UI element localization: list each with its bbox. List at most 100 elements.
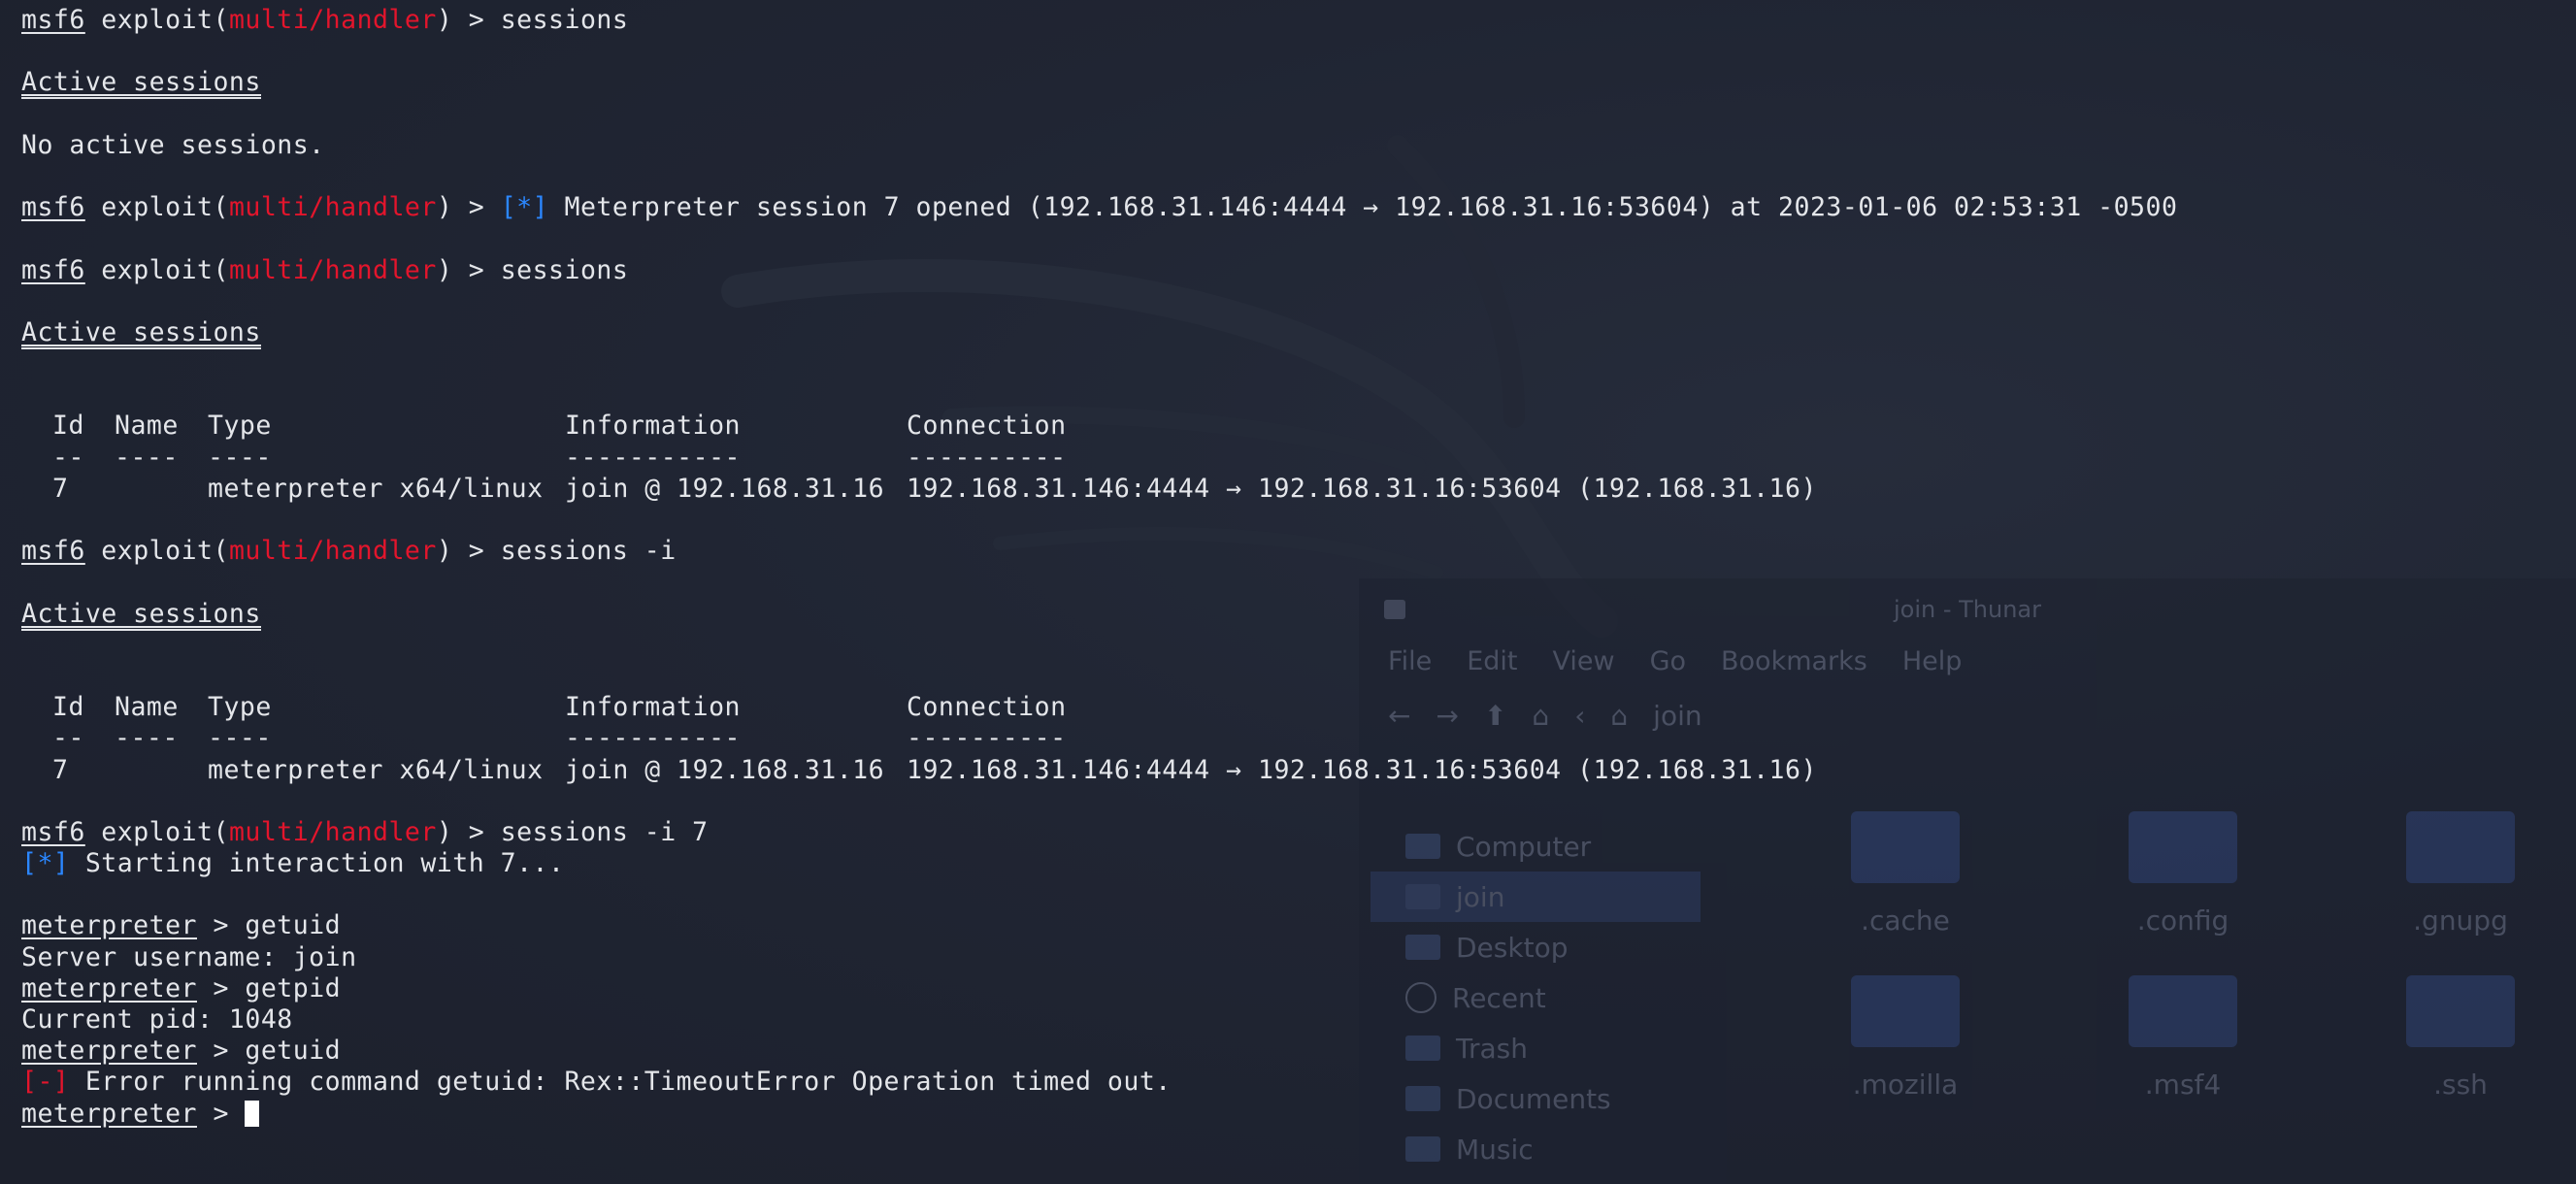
column-name: Name [115,411,179,442]
msf-prompt: msf6 [21,536,85,567]
cell-information: join @ 192.168.31.16 [565,473,885,504]
module-name: multi/handler [228,192,437,223]
server-username-text: Server username: join [21,941,357,972]
active-sessions-heading: Active sessions [21,316,261,349]
active-sessions-heading: Active sessions [21,67,261,100]
rule-type: ---- [208,723,272,754]
sidebar-item-label: Music [1456,1133,1534,1166]
cell-name [115,755,208,786]
module-name: multi/handler [228,254,437,285]
sessions-table-header: Id Name Type Information Connection [21,692,2177,723]
music-folder-icon [1405,1136,1440,1162]
output-line: Current pid: 1048 [21,1004,2177,1036]
folder-item[interactable]: .gnupg [2322,811,2576,937]
column-connection: Connection [907,411,1067,442]
command-line: msf6 exploit(multi/handler) > [*] Meterp… [21,192,2177,223]
command-text: sessions -i [500,536,677,567]
prompt-tail: ) > [436,816,501,847]
column-name: Name [115,692,179,723]
table-row: 7 meterpreter x64/linux join @ 192.168.3… [21,474,2177,505]
meterpreter-prompt: meterpreter [21,1098,197,1129]
command-line: msf6 exploit(multi/handler) > sessions [21,255,2177,286]
active-sessions-heading: Active sessions [21,598,261,631]
meterpreter-prompt: meterpreter [21,910,197,941]
rule-name: ---- [115,723,179,754]
prompt-exploit: exploit( [101,816,229,847]
command-text: getpid [245,972,342,1003]
output-line: Server username: join [21,942,2177,973]
command-line: msf6 exploit(multi/handler) > sessions [21,5,2177,36]
heading-line: Active sessions [21,598,2177,631]
rule-name: ---- [115,442,179,473]
terminal-output[interactable]: msf6 exploit(multi/handler) > sessions A… [21,5,2177,1130]
column-type: Type [208,411,272,442]
command-line: msf6 exploit(multi/handler) > sessions -… [21,817,2177,848]
command-line: msf6 exploit(multi/handler) > sessions -… [21,536,2177,567]
prompt-tail: > [197,910,246,941]
meterpreter-input-line[interactable]: meterpreter > [21,1099,2177,1130]
command-text: sessions [500,5,629,35]
error-tag: [-] [21,1067,70,1098]
command-text: sessions [500,254,629,285]
prompt-exploit: exploit( [101,192,229,223]
cell-type: meterpreter x64/linux [208,473,544,504]
msf-prompt: msf6 [21,192,85,223]
prompt-tail: > [197,972,246,1003]
msf-prompt: msf6 [21,254,85,285]
prompt-tail: ) > [436,536,501,567]
current-pid-text: Current pid: 1048 [21,1004,293,1035]
module-name: multi/handler [228,5,437,35]
prompt-tail: > [197,1036,246,1067]
msf-prompt: msf6 [21,816,85,847]
sessions-table-rule: -- ---- ---- ----------- ---------- [21,443,2177,474]
column-id: Id [52,692,84,723]
rule-information: ----------- [565,442,741,473]
sidebar-item-music[interactable]: Music [1371,1124,1701,1174]
session-opened-text: Meterpreter session 7 opened (192.168.31… [548,192,2178,223]
output-line: [*] Starting interaction with 7... [21,848,2177,879]
column-connection: Connection [907,692,1067,723]
meterpreter-command-line: meterpreter > getuid [21,1036,2177,1067]
output-line: No active sessions. [21,130,2177,161]
rule-information: ----------- [565,723,741,754]
text-cursor[interactable] [245,1100,260,1127]
meterpreter-command-line: meterpreter > getpid [21,973,2177,1004]
sessions-table-header: Id Name Type Information Connection [21,411,2177,442]
cell-connection: 192.168.31.146:4444 → 192.168.31.16:5360… [907,473,1817,504]
msf-prompt: msf6 [21,5,85,35]
command-text: getuid [245,910,342,941]
column-type: Type [208,692,272,723]
sessions-table-rule: -- ---- ---- ----------- ---------- [21,723,2177,754]
heading-line: Active sessions [21,316,2177,349]
folder-item[interactable]: .ssh [2322,975,2576,1101]
folder-icon [2406,975,2515,1047]
error-text: Error running command getuid: Rex::Timeo… [69,1067,1172,1098]
rule-id: -- [52,442,84,473]
cell-type: meterpreter x64/linux [208,754,544,785]
cell-connection: 192.168.31.146:4444 → 192.168.31.16:5360… [907,754,1817,785]
table-row: 7 meterpreter x64/linux join @ 192.168.3… [21,755,2177,786]
prompt-exploit: exploit( [101,536,229,567]
folder-label: .gnupg [2413,904,2508,937]
heading-line: Active sessions [21,67,2177,100]
meterpreter-prompt: meterpreter [21,972,197,1003]
prompt-tail: ) > [436,254,501,285]
meterpreter-command-line: meterpreter > getuid [21,910,2177,941]
prompt-exploit: exploit( [101,254,229,285]
command-text: sessions -i 7 [500,816,709,847]
folder-icon [2406,811,2515,883]
cell-id: 7 [52,754,69,785]
rule-type: ---- [208,442,272,473]
prompt-tail: ) > [436,192,501,223]
